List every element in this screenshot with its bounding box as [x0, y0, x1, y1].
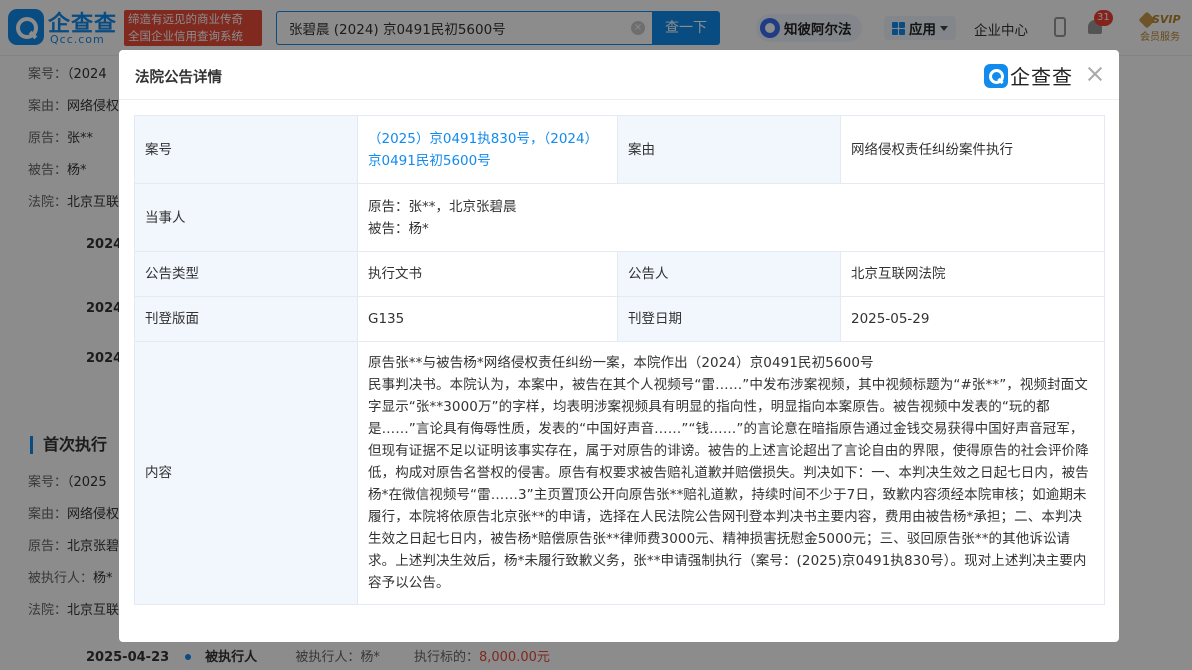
page-value: G135 — [357, 296, 618, 342]
defendant-value: 被告：杨* — [368, 220, 429, 237]
table-row: 案号 （2025）京0491执830号，（2024）京0491民初5600号 案… — [134, 115, 1105, 184]
notice-type-value: 执行文书 — [357, 251, 618, 297]
content-cell: 原告张**与被告杨*网络侵权责任纠纷一案，本院作出（2024）京0491民初56… — [357, 341, 1105, 605]
date-label: 刊登日期 — [617, 296, 841, 342]
announcer-label: 公告人 — [617, 251, 841, 297]
table-row: 内容 原告张**与被告杨*网络侵权责任纠纷一案，本院作出（2024）京0491民… — [134, 341, 1105, 605]
cause-label: 案由 — [617, 115, 841, 184]
cause-value: 网络侵权责任纠纷案件执行 — [840, 115, 1105, 184]
table-row: 公告类型 执行文书 公告人 北京互联网法院 — [134, 251, 1105, 297]
court-notice-modal: 法院公告详情 企查查 案号 （2025）京0491执830号，（2024）京04… — [119, 50, 1119, 642]
table-row: 当事人 原告：张**，北京张碧晨 被告：杨* — [134, 183, 1105, 252]
case-no-cell: （2025）京0491执830号，（2024）京0491民初5600号 — [357, 115, 618, 184]
case-no-link[interactable]: （2025）京0491执830号，（2024）京0491民初5600号 — [368, 131, 598, 169]
close-icon[interactable] — [1086, 65, 1104, 83]
notice-detail-table: 案号 （2025）京0491执830号，（2024）京0491民初5600号 案… — [134, 115, 1105, 605]
announcer-value: 北京互联网法院 — [840, 251, 1105, 297]
page-label: 刊登版面 — [134, 296, 358, 342]
parties-cell: 原告：张**，北京张碧晨 被告：杨* — [357, 183, 1105, 252]
plaintiff-value: 原告：张**，北京张碧晨 — [368, 198, 517, 215]
modal-logo-text: 企查查 — [1010, 65, 1073, 89]
qcc-logo-icon — [984, 64, 1008, 88]
notice-type-label: 公告类型 — [134, 251, 358, 297]
modal-header: 法院公告详情 企查查 — [119, 50, 1119, 100]
content-first-line: 原告张**与被告杨*网络侵权责任纠纷一案，本院作出（2024）京0491民初56… — [368, 355, 874, 371]
content-label: 内容 — [134, 341, 358, 605]
content-body: 民事判决书。本院认为，本案中，被告在其个人视频号“雷……”中发布涉案视频，其中视… — [368, 377, 1089, 591]
modal-title: 法院公告详情 — [135, 70, 222, 86]
parties-label: 当事人 — [134, 183, 358, 252]
date-value: 2025-05-29 — [840, 296, 1105, 342]
table-row: 刊登版面 G135 刊登日期 2025-05-29 — [134, 296, 1105, 342]
case-no-label: 案号 — [134, 115, 358, 184]
